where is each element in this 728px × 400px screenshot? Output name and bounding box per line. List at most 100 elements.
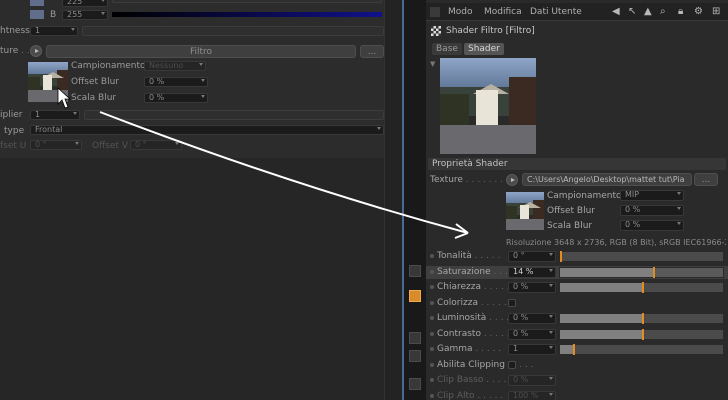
animation-dot-icon[interactable] xyxy=(430,300,434,305)
offset-blur-field[interactable]: 0 % xyxy=(620,205,684,216)
attribute-manager: Modo Modifica Dati Utente ◀ ↖ ▲ ⌕ 🔒︎ ⚙ ⊞… xyxy=(426,0,728,400)
filter-button[interactable]: Filtro xyxy=(46,45,356,58)
collapse-arrow-icon[interactable]: ▼ xyxy=(430,60,435,68)
type-dropdown[interactable]: Frontal xyxy=(30,125,384,135)
offset-v-label: Offset V xyxy=(92,141,129,151)
param-slider[interactable] xyxy=(559,328,724,340)
param-slider[interactable] xyxy=(559,313,724,324)
texture-thumbnail xyxy=(506,192,544,230)
param-value-field[interactable]: 0 % xyxy=(508,375,556,386)
param-value-field[interactable]: 100 % xyxy=(508,390,556,400)
layer-icon[interactable] xyxy=(409,290,421,302)
animation-dot-icon[interactable] xyxy=(430,378,434,382)
tab-base[interactable]: Base xyxy=(432,43,462,55)
scrollbar[interactable] xyxy=(384,0,402,400)
param-row: Clip Basso . . . . .0 % xyxy=(426,374,728,387)
texture-more-button[interactable]: ... xyxy=(694,173,718,186)
sampling-dropdown[interactable]: Nessuno xyxy=(144,61,206,71)
scale-blur-field[interactable]: 0 % xyxy=(144,93,208,103)
offset-u-field[interactable]: 0 ° xyxy=(30,140,82,150)
cursor-icon[interactable]: ↖ xyxy=(628,3,636,21)
toolbar-button[interactable] xyxy=(409,378,421,390)
offset-blur-field[interactable]: 0 % xyxy=(144,77,208,87)
toolbar-button[interactable] xyxy=(409,332,421,344)
multiplier-slider[interactable] xyxy=(84,110,384,120)
grid-icon[interactable] xyxy=(430,7,440,17)
animation-dot-icon[interactable] xyxy=(430,269,434,274)
menu-bar: Modo Modifica Dati Utente ◀ ↖ ▲ ⌕ 🔒︎ ⚙ ⊞ xyxy=(426,3,728,21)
animation-dot-icon[interactable] xyxy=(430,362,434,367)
lock-icon[interactable]: 🔒︎ xyxy=(678,3,683,21)
scale-blur-label: Scala Blur xyxy=(71,93,117,103)
menu-modifica[interactable]: Modifica xyxy=(484,3,522,21)
param-value-field[interactable]: 14 % xyxy=(508,266,556,278)
animation-dot-icon[interactable] xyxy=(430,393,434,398)
param-value-field[interactable]: 0 % xyxy=(508,282,556,293)
animation-dot-icon[interactable] xyxy=(430,254,434,258)
slider-handle[interactable] xyxy=(641,313,644,324)
texture-path-button[interactable]: C:\Users\Angelo\Desktop\mattet tut\Pia xyxy=(522,173,692,186)
slider-fill xyxy=(560,329,642,339)
slider-fill xyxy=(560,283,642,292)
slider-fill xyxy=(560,267,653,277)
param-row: Tonalità . . . . . 0 ° xyxy=(426,250,728,263)
toolbar-button[interactable] xyxy=(409,350,421,362)
sampling-label: Campionamento xyxy=(71,61,146,71)
param-slider[interactable] xyxy=(559,266,724,278)
type-label: type xyxy=(4,126,25,136)
up-icon[interactable]: ▲ xyxy=(644,3,652,21)
param-slider[interactable] xyxy=(559,282,724,293)
param-label: Colorizza . . . . . xyxy=(437,297,507,308)
param-value-field[interactable]: 1 xyxy=(508,344,556,355)
tab-shader[interactable]: Shader xyxy=(464,43,504,55)
animation-dot-icon[interactable] xyxy=(430,285,434,289)
object-title: Shader Filtro [Filtro] xyxy=(446,26,535,36)
slider-handle[interactable] xyxy=(641,328,644,340)
param-checkbox[interactable] xyxy=(508,360,516,369)
animation-dot-icon[interactable] xyxy=(430,331,434,336)
slider-handle[interactable] xyxy=(641,282,644,293)
param-row: Colorizza . . . . . xyxy=(426,297,728,310)
param-row: Luminosità . . . . .0 % xyxy=(426,312,728,325)
color-swatch-b[interactable] xyxy=(30,10,44,19)
param-label: Contrasto . . . . . xyxy=(437,328,510,339)
param-label: Saturazione . . . . . xyxy=(437,266,520,277)
texture-menu-button[interactable] xyxy=(506,174,518,186)
resolution-info: Risoluzione 3648 x 2736, RGB (8 Bit), sR… xyxy=(506,238,726,247)
brightness-field[interactable]: 1 xyxy=(30,26,78,36)
slider-handle[interactable] xyxy=(652,266,655,278)
param-checkbox[interactable] xyxy=(508,298,516,307)
param-slider[interactable] xyxy=(559,251,724,262)
scale-blur-field[interactable]: 0 % xyxy=(620,220,684,231)
offset-v-field[interactable]: 0 ° xyxy=(130,140,182,150)
shader-preview xyxy=(440,58,536,154)
texture-menu-button[interactable] xyxy=(30,45,42,57)
arrow-left-icon[interactable]: ◀ xyxy=(612,3,620,21)
search-icon[interactable]: ⌕ xyxy=(660,3,666,21)
param-label: Tonalità . . . . . xyxy=(437,251,501,261)
brightness-slider[interactable] xyxy=(82,26,384,36)
g-value-field[interactable]: 225 xyxy=(62,0,108,7)
settings-icon[interactable]: ⚙ xyxy=(694,3,703,21)
slider-fill xyxy=(560,345,574,354)
slider-handle[interactable] xyxy=(560,251,562,262)
b-slider[interactable] xyxy=(112,12,382,17)
slider-handle[interactable] xyxy=(573,344,576,355)
param-value-field[interactable]: 0 % xyxy=(508,313,556,324)
menu-modo[interactable]: Modo xyxy=(448,3,473,21)
multiplier-field[interactable]: 1 xyxy=(30,110,80,120)
param-value-field[interactable]: 0 % xyxy=(508,328,556,340)
animation-dot-icon[interactable] xyxy=(430,347,434,351)
new-window-icon[interactable]: ⊞ xyxy=(712,3,720,21)
sampling-dropdown[interactable]: MIP xyxy=(620,190,684,201)
toolbar-button[interactable] xyxy=(409,265,421,277)
g-slider[interactable] xyxy=(112,0,382,3)
texture-more-button[interactable]: ... xyxy=(360,45,384,58)
param-value-field[interactable]: 0 ° xyxy=(508,251,556,262)
color-swatch[interactable] xyxy=(30,0,44,6)
animation-dot-icon[interactable] xyxy=(430,316,434,320)
b-value-field[interactable]: 255 xyxy=(62,10,108,20)
menu-dati-utente[interactable]: Dati Utente xyxy=(530,3,582,21)
param-slider[interactable] xyxy=(559,344,724,355)
param-row: Abilita Clipping . . . . . xyxy=(426,359,728,372)
